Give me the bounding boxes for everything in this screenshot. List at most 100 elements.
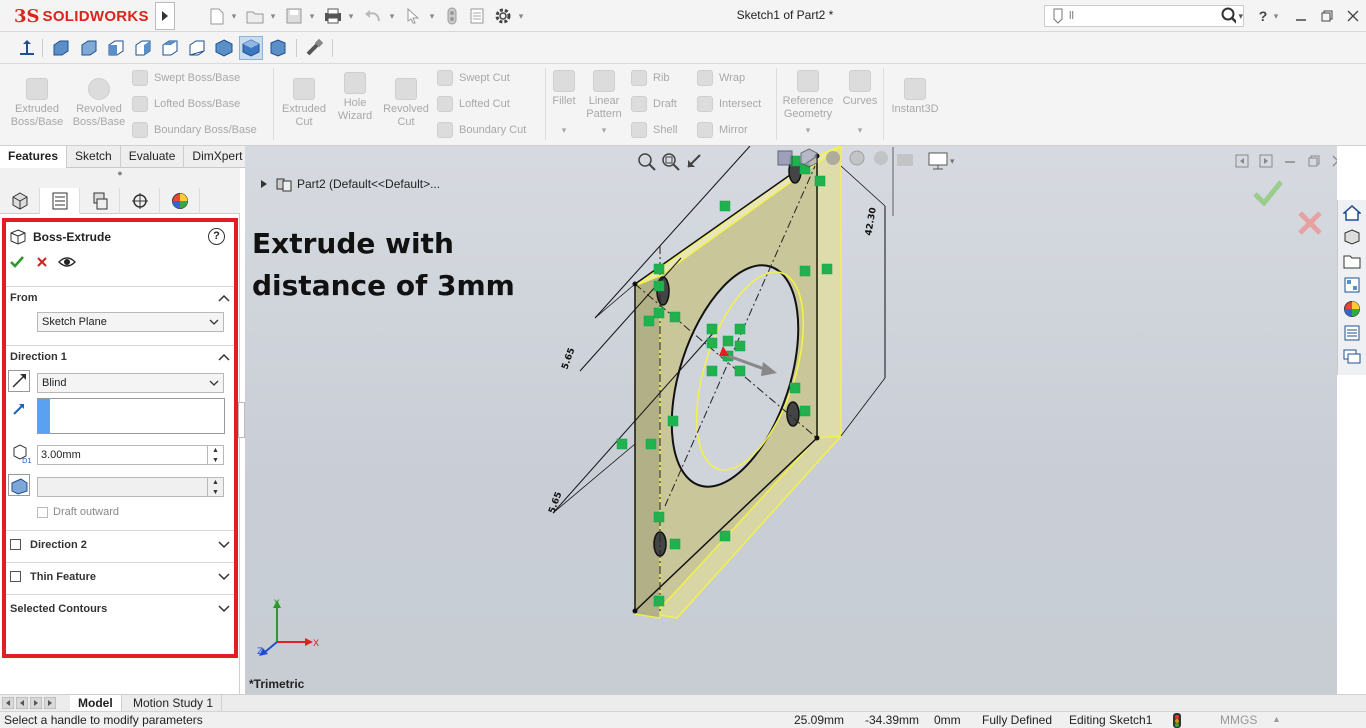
swept-boss-base-button[interactable]: Swept Boss/Base	[132, 68, 272, 88]
restore-icon[interactable]	[1316, 6, 1338, 26]
tab-model[interactable]: Model	[70, 695, 122, 712]
open-document-icon[interactable]	[244, 6, 266, 26]
confirm-ok-icon[interactable]	[1253, 180, 1283, 209]
selected-contours-section-header[interactable]: Selected Contours	[6, 594, 234, 622]
front-view-icon[interactable]	[49, 36, 73, 60]
select-arrow-icon[interactable]	[402, 6, 424, 26]
custom-properties-icon[interactable]	[1340, 322, 1364, 344]
fillet-button[interactable]: Fillet ▾	[549, 70, 579, 137]
revolved-boss-base-button[interactable]: Revolved Boss/Base	[70, 78, 128, 129]
save-dropdown-icon[interactable]: ▾	[307, 8, 317, 24]
scroll-next-icon[interactable]	[30, 697, 42, 709]
print-dropdown-icon[interactable]: ▾	[346, 8, 356, 24]
curves-dropdown-icon[interactable]: ▾	[840, 124, 880, 137]
solidworks-logo[interactable]: 3S SOLIDWORKS	[0, 0, 155, 32]
from-start-condition-select[interactable]: Sketch Plane	[37, 312, 224, 332]
hide-show-items-icon[interactable]	[847, 148, 867, 168]
dimension-label[interactable]: 42.30	[864, 207, 879, 237]
undo-icon[interactable]	[362, 6, 384, 26]
draft-spinner[interactable]: ▲ ▼	[207, 477, 223, 497]
units-system[interactable]: MMGS	[1220, 712, 1257, 728]
curves-button[interactable]: Curves ▾	[840, 70, 880, 137]
search-input[interactable]	[1069, 10, 1200, 22]
design-library-icon[interactable]	[1340, 226, 1364, 248]
rib-button[interactable]: Rib	[631, 68, 691, 88]
right-view-icon[interactable]	[131, 36, 155, 60]
print-icon[interactable]	[322, 6, 344, 26]
depth-spinner[interactable]: ▲ ▼	[207, 445, 223, 465]
cancel-x-icon[interactable]	[36, 256, 48, 271]
flyout-feature-tree[interactable]: Part2 (Default<<Default>...	[259, 175, 440, 193]
dimxpertmanager-tab[interactable]	[120, 188, 160, 214]
select-dropdown-icon[interactable]: ▾	[427, 8, 437, 24]
featuremanager-tab[interactable]	[0, 188, 40, 214]
swept-cut-button[interactable]: Swept Cut	[437, 68, 543, 88]
display-style-icon[interactable]	[823, 148, 843, 168]
viewport-restore-icon[interactable]	[1307, 154, 1321, 168]
displaymanager-tab[interactable]	[160, 188, 200, 214]
boundary-cut-button[interactable]: Boundary Cut	[437, 120, 543, 140]
propertymanager-tab[interactable]	[40, 188, 80, 214]
dimension-label[interactable]: 5.65	[560, 347, 577, 371]
from-section-header[interactable]: From	[6, 286, 234, 308]
intersect-button[interactable]: Intersect	[697, 94, 769, 114]
direction2-section-header[interactable]: Direction 2	[6, 530, 234, 558]
top-view-icon[interactable]	[158, 36, 182, 60]
wrap-button[interactable]: Wrap	[697, 68, 769, 88]
tree-expand-arrow-icon[interactable]	[259, 179, 269, 189]
file-properties-icon[interactable]	[466, 6, 488, 26]
tab-evaluate[interactable]: Evaluate	[121, 146, 185, 168]
depth-input[interactable]: 3.00mm ▲ ▼	[37, 445, 224, 465]
view-selector-icon[interactable]	[302, 36, 326, 60]
direction1-section-header[interactable]: Direction 1	[6, 345, 234, 367]
new-dropdown-icon[interactable]: ▾	[229, 8, 239, 24]
hole-wizard-button[interactable]: Hole Wizard	[330, 72, 380, 123]
appearances-scenes-icon[interactable]	[1340, 298, 1364, 320]
view-orientation-icon[interactable]	[799, 148, 819, 168]
revolved-cut-button[interactable]: Revolved Cut	[381, 78, 431, 129]
confirm-cancel-icon[interactable]	[1297, 210, 1323, 239]
viewport-close-icon[interactable]	[1331, 154, 1337, 168]
linear-pattern-button[interactable]: Linear Pattern ▾	[583, 70, 625, 137]
tab-dimxpert[interactable]: DimXpert	[184, 146, 252, 168]
apply-scene-icon[interactable]	[895, 148, 915, 168]
undo-dropdown-icon[interactable]: ▾	[387, 8, 397, 24]
reference-dropdown-icon[interactable]: ▾	[780, 124, 836, 137]
tile-left-icon[interactable]	[1235, 154, 1249, 168]
file-explorer-icon[interactable]	[1340, 250, 1364, 272]
linear-pattern-dropdown-icon[interactable]: ▾	[583, 124, 625, 137]
zoom-to-area-icon[interactable]	[661, 152, 681, 172]
direction-selection-box[interactable]	[37, 398, 225, 434]
menu-expand-arrow-icon[interactable]	[155, 2, 175, 30]
panel-splitter-handle[interactable]	[238, 402, 245, 438]
mirror-button[interactable]: Mirror	[697, 120, 769, 140]
new-document-icon[interactable]	[206, 6, 228, 26]
edit-appearance-icon[interactable]	[871, 148, 891, 168]
forum-chat-icon[interactable]	[1340, 346, 1364, 368]
shell-button[interactable]: Shell	[631, 120, 691, 140]
draft-outward-checkbox[interactable]: Draft outward	[37, 506, 119, 518]
draft-on-off-icon[interactable]	[8, 474, 30, 496]
help-dropdown-icon[interactable]: ▾	[1271, 8, 1281, 24]
configurationmanager-tab[interactable]	[80, 188, 120, 214]
direction2-checkbox[interactable]	[10, 539, 21, 550]
normal-to-icon[interactable]	[15, 36, 39, 60]
instant3d-button[interactable]: Instant3D	[888, 78, 942, 116]
previous-view-icon[interactable]	[685, 152, 705, 172]
options-dropdown-icon[interactable]: ▾	[516, 8, 526, 24]
zoom-to-fit-icon[interactable]	[637, 152, 657, 172]
bottom-view-icon[interactable]	[185, 36, 209, 60]
extruded-cut-button[interactable]: Extruded Cut	[278, 78, 330, 129]
close-icon[interactable]	[1342, 6, 1364, 26]
boundary-boss-base-button[interactable]: Boundary Boss/Base	[132, 120, 272, 140]
solidworks-resources-home-icon[interactable]	[1340, 202, 1364, 224]
end-condition-select[interactable]: Blind	[37, 373, 224, 393]
reverse-direction-icon[interactable]	[8, 370, 30, 392]
scroll-first-icon[interactable]	[2, 697, 14, 709]
isometric-view-icon[interactable]	[212, 36, 236, 60]
tile-right-icon[interactable]	[1259, 154, 1273, 168]
search-dropdown-icon[interactable]: ▾	[1238, 11, 1243, 22]
minimize-icon[interactable]	[1290, 6, 1312, 26]
ok-check-icon[interactable]	[10, 256, 24, 271]
save-icon[interactable]	[283, 6, 305, 26]
